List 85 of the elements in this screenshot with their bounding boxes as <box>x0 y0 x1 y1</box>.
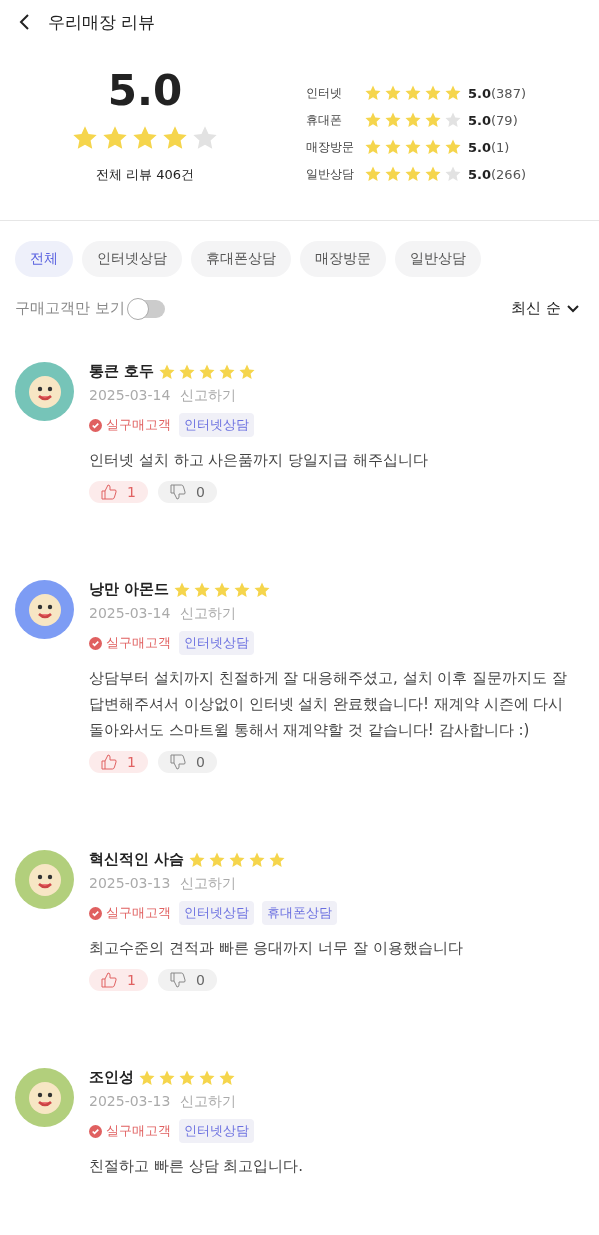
dislike-button[interactable]: 0 <box>157 969 217 991</box>
star-icon <box>424 165 442 183</box>
review-text: 친절하고 빠른 상담 최고입니다. <box>89 1156 305 1177</box>
review-text: 인터넷 설치 하고 사은품까지 당일지급 해주십니다 <box>89 450 429 471</box>
like-button[interactable]: 1 <box>89 481 148 503</box>
category-tag: 인터넷상담 <box>179 631 254 655</box>
star-icon <box>384 111 402 129</box>
star-icon <box>404 84 422 102</box>
check-circle-icon <box>89 906 102 920</box>
like-button[interactable]: 1 <box>89 751 148 773</box>
reviewer-name: 통큰 호두 <box>89 362 155 381</box>
category-label: 일반상담 <box>306 165 355 183</box>
star-icon <box>384 165 402 183</box>
reviewer-name: 낭만 아몬드 <box>89 580 170 599</box>
category-label: 휴대폰 <box>306 111 343 129</box>
reviewer-name: 혁신적인 사슴 <box>89 850 185 869</box>
review-text: 최고수준의 견적과 빠른 응대까지 너무 잘 이용했습니다 <box>89 938 464 959</box>
filter-chip[interactable]: 휴대폰상담 <box>191 241 291 277</box>
check-circle-icon <box>89 418 102 432</box>
review-date: 2025-03-14 <box>89 387 171 405</box>
category-score: 5.0 <box>468 112 492 128</box>
verified-buyer-label: 실구매고객 <box>106 1122 171 1140</box>
filter-chip[interactable]: 매장방문 <box>300 241 386 277</box>
category-count: (266) <box>491 166 526 182</box>
review-text: 상담부터 설치까지 친절하게 잘 대응해주셨고, 설치 이후 질문까지도 잘 답변해주셔서 이상없이 인터넷 설치 완료했습니다! 재계약 시즌에 다시 돌아와서도 스마트윌 통해서 재계약할 것 같습니다! 감사합니다 :) <box>89 668 568 741</box>
character-icon <box>27 592 62 627</box>
category-tag: 인터넷상담 <box>179 413 254 437</box>
verified-buyer-label: 실구매고객 <box>106 634 171 652</box>
thumbs-down-icon <box>169 972 186 988</box>
star-icon <box>384 84 402 102</box>
like-button[interactable]: 1 <box>89 969 148 991</box>
category-label: 매장방문 <box>306 138 355 156</box>
star-icon <box>364 111 382 129</box>
thumbs-up-icon <box>101 754 117 770</box>
category-count: (387) <box>491 85 526 101</box>
thumbs-up-icon <box>101 484 117 500</box>
filter-chip[interactable]: 전체 <box>15 241 73 277</box>
star-icon <box>444 138 462 156</box>
chevron-down-icon <box>567 304 579 313</box>
review-date: 2025-03-14 <box>89 605 171 623</box>
verified-buyer-label: 실구매고객 <box>106 904 171 922</box>
category-tag: 휴대폰상담 <box>262 901 337 925</box>
thumbs-down-icon <box>169 754 186 770</box>
star-icon <box>364 165 382 183</box>
review-date: 2025-03-13 <box>89 875 171 893</box>
character-icon <box>27 1080 62 1115</box>
total-reviews: 전체 리뷰 406건 <box>95 166 195 184</box>
category-count: (79) <box>491 112 518 128</box>
category-tag: 인터넷상담 <box>179 1119 254 1143</box>
star-icon <box>364 84 382 102</box>
star-icon <box>404 165 422 183</box>
star-icon <box>404 138 422 156</box>
star-icon <box>424 111 442 129</box>
category-tag: 인터넷상담 <box>179 901 254 925</box>
character-icon <box>27 862 62 897</box>
buyer-only-toggle[interactable] <box>128 299 165 318</box>
star-icon <box>424 138 442 156</box>
category-score: 5.0 <box>468 166 492 182</box>
verified-buyer-label: 실구매고객 <box>106 416 171 434</box>
review-date: 2025-03-13 <box>89 1093 171 1111</box>
sort-dropdown[interactable]: 최신 순 <box>511 299 579 318</box>
average-score: 5.0 <box>107 70 183 112</box>
star-icon <box>424 84 442 102</box>
check-circle-icon <box>89 636 102 650</box>
reviewer-name: 조인성 <box>89 1068 134 1087</box>
star-icon <box>444 84 462 102</box>
character-icon <box>27 374 62 409</box>
category-score: 5.0 <box>468 139 492 155</box>
thumbs-down-icon <box>169 484 186 500</box>
category-label: 인터넷 <box>306 84 343 102</box>
check-circle-icon <box>89 1124 102 1138</box>
star-icon <box>444 111 462 129</box>
category-score: 5.0 <box>468 85 492 101</box>
filter-chip[interactable]: 인터넷상담 <box>82 241 182 277</box>
star-icon <box>364 138 382 156</box>
thumbs-up-icon <box>101 972 117 988</box>
category-count: (1) <box>491 139 510 155</box>
page-title: 우리매장 리뷰 <box>48 10 156 34</box>
filter-chip[interactable]: 일반상담 <box>395 241 481 277</box>
dislike-button[interactable]: 0 <box>157 751 217 773</box>
star-icon <box>404 111 422 129</box>
buyer-only-label: 구매고객만 보기 <box>15 299 125 318</box>
dislike-button[interactable]: 0 <box>157 481 217 503</box>
star-icon <box>384 138 402 156</box>
star-icon <box>444 165 462 183</box>
